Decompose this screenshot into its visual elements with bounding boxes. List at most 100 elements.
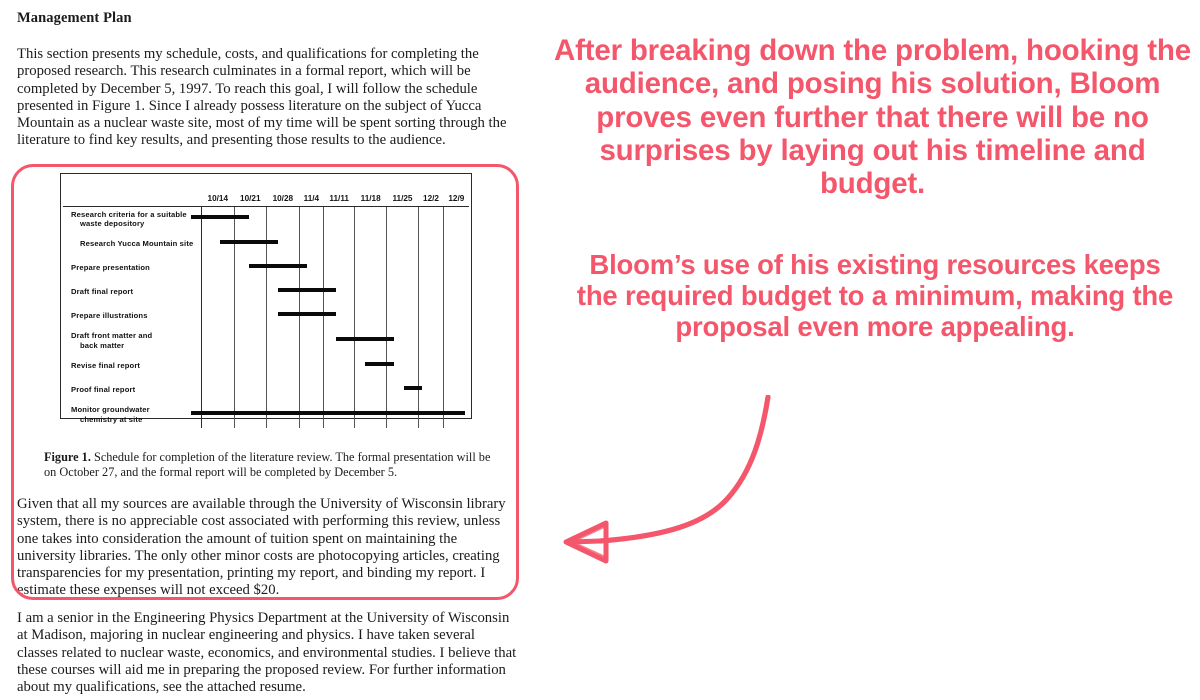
gantt-grid-cell (234, 206, 268, 232)
date-tick-5: 11/18 (360, 193, 381, 203)
date-tick-2: 10/28 (272, 193, 294, 203)
gantt-grid-cell (234, 280, 268, 304)
task-label-line1: Monitor groundwater (71, 405, 150, 415)
gantt-date-cell: 12/9 (443, 176, 469, 207)
gantt-row: Prepare presentation (63, 256, 469, 280)
gantt-grid-cell (444, 378, 469, 402)
gantt-grid-cell (386, 280, 419, 304)
task-label: Proof final report (71, 385, 136, 395)
gantt-grid-cell (354, 328, 388, 354)
gantt-date-cell: 11/25 (386, 176, 419, 207)
gantt-date-cell: 12/2 (418, 176, 444, 207)
gantt-grid-cell (201, 402, 235, 428)
gantt-grid-cell (354, 232, 388, 256)
gantt-grid-cell (386, 354, 419, 378)
gantt-row: Research criteria for a suitable waste d… (63, 206, 469, 232)
gantt-grid-cell (418, 304, 445, 328)
gantt-grid-cell (418, 256, 445, 280)
gantt-header-row: 10/14 10/21 10/28 11/4 11/11 11/18 11/25… (63, 176, 469, 207)
gantt-grid-cell (444, 280, 469, 304)
gantt-grid-cell (266, 256, 300, 280)
gantt-grid-cell (354, 256, 388, 280)
date-tick-8: 12/9 (448, 193, 465, 203)
figure-caption: Figure 1. Schedule for completion of the… (44, 450, 494, 480)
paragraph-qualifications: I am a senior in the Engineering Physics… (17, 610, 517, 696)
date-tick-4: 11/11 (329, 193, 349, 203)
gantt-row: Proof final report (63, 378, 469, 402)
gantt-grid-cell (418, 378, 445, 402)
gantt-date-cell: 11/18 (354, 176, 387, 207)
gantt-grid-cell (444, 206, 469, 232)
gantt-grid-cell (444, 232, 469, 256)
task-label-line2: chemistry at site (80, 415, 143, 424)
gantt-grid-cell (444, 328, 469, 354)
gantt-grid-cell (354, 378, 388, 402)
gantt-grid-cell (299, 328, 325, 354)
annotation-column: After breaking down the problem, hooking… (545, 0, 1200, 700)
gantt-grid-cell (266, 378, 300, 402)
gantt-task-label-cell: Prepare illustrations (63, 304, 202, 328)
gantt-grid-cell (234, 354, 268, 378)
gantt-grid-cell (354, 206, 388, 232)
task-label: Prepare illustrations (71, 311, 148, 321)
gantt-grid-cell (299, 206, 325, 232)
task-label-line1: Research Yucca Mountain site (80, 239, 194, 249)
gantt-grid-cell (386, 232, 419, 256)
task-label-line1: Draft front matter and (71, 331, 153, 341)
gantt-grid-cell (299, 378, 325, 402)
gantt-row: Research Yucca Mountain site (63, 232, 469, 256)
gantt-grid-cell (266, 402, 300, 428)
figure-caption-text: Schedule for completion of the literatur… (44, 450, 491, 479)
gantt-task-label-cell: Proof final report (63, 378, 202, 402)
gantt-grid-cell (234, 328, 268, 354)
gantt-task-label-cell: Monitor groundwater chemistry at site (63, 402, 202, 428)
date-tick-0: 10/14 (207, 193, 229, 203)
gantt-grid-cell (418, 354, 445, 378)
gantt-grid-cell (266, 206, 300, 232)
gantt-grid-cell (323, 280, 356, 304)
gantt-grid-cell (201, 378, 235, 402)
gantt-date-cell: 11/4 (299, 176, 324, 207)
gantt-grid-cell (201, 206, 235, 232)
annotation-text-2: Bloom’s use of his existing resources ke… (576, 249, 1174, 343)
gantt-grid-cell (299, 280, 325, 304)
task-label: Research Yucca Mountain site (71, 239, 199, 249)
gantt-task-label-cell: Draft final report (63, 280, 202, 304)
gantt-task-label-cell: Research Yucca Mountain site (63, 232, 202, 256)
gantt-grid-cell (386, 206, 419, 232)
gantt-date-cell: 11/11 (323, 176, 355, 207)
gantt-task-label-cell: Research criteria for a suitable waste d… (63, 206, 202, 232)
date-tick-7: 12/2 (423, 193, 439, 203)
gantt-date-cell: 10/28 (266, 176, 300, 207)
annotation-text-1: After breaking down the problem, hooking… (554, 34, 1191, 201)
gantt-date-cell: 10/14 (201, 176, 235, 207)
gantt-grid-cell (234, 256, 268, 280)
gantt-grid-cell (323, 232, 356, 256)
gantt-grid-cell (201, 354, 235, 378)
task-label-line2: back matter (80, 341, 125, 350)
document-column: Management Plan This section presents my… (0, 0, 540, 700)
page-root: Management Plan This section presents my… (0, 0, 1200, 700)
gantt-grid-cell (266, 328, 300, 354)
gantt-grid-cell (266, 232, 300, 256)
task-label: Research criteria for a suitable waste d… (71, 210, 199, 229)
gantt-grid-cell (418, 328, 445, 354)
gantt-grid-cell (201, 280, 235, 304)
gantt-table: 10/14 10/21 10/28 11/4 11/11 11/18 11/25… (63, 176, 469, 428)
gantt-grid-cell (234, 304, 268, 328)
gantt-grid-cell (386, 304, 419, 328)
gantt-grid-cell (299, 256, 325, 280)
gantt-grid-cell (386, 328, 419, 354)
gantt-grid-cell (201, 232, 235, 256)
gantt-grid-cell (354, 304, 388, 328)
gantt-grid-cell (418, 402, 445, 428)
date-tick-6: 11/25 (392, 193, 413, 203)
page-title: Management Plan (17, 10, 132, 26)
gantt-grid-cell (201, 304, 235, 328)
task-label: Draft final report (71, 287, 134, 297)
gantt-grid-cell (234, 378, 268, 402)
gantt-grid-cell (323, 328, 356, 354)
figure-caption-label: Figure 1. (44, 450, 91, 464)
gantt-grid-cell (234, 402, 268, 428)
gantt-grid-cell (234, 232, 268, 256)
